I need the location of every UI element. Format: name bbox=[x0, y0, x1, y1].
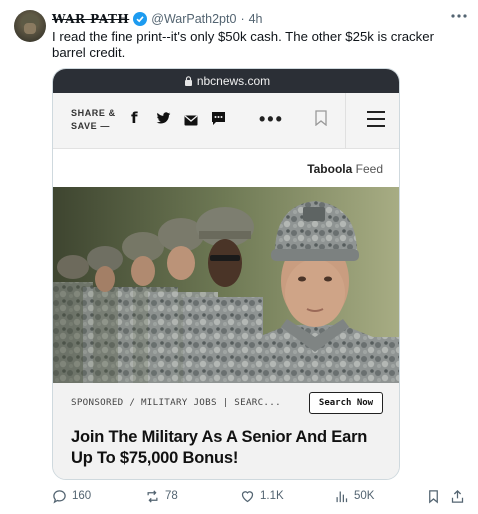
reply-icon bbox=[53, 489, 66, 503]
menu-icon bbox=[367, 111, 385, 127]
facebook-icon: f bbox=[131, 109, 138, 127]
share-save-label: SHARE & SAVE — bbox=[71, 108, 116, 131]
reply-button[interactable]: 160 bbox=[52, 486, 91, 506]
bookmark-icon bbox=[315, 110, 327, 127]
tweet-image[interactable]: nbcnews.com SHARE & SAVE — f ••• Taboola… bbox=[52, 68, 400, 480]
repost-icon bbox=[147, 489, 158, 503]
tweet-header: WAR PATH @WarPath2pt0 · 4h bbox=[52, 10, 263, 28]
more-horizontal-icon[interactable] bbox=[450, 10, 468, 24]
reply-count: 160 bbox=[72, 490, 92, 502]
display-name[interactable]: WAR PATH bbox=[52, 12, 129, 26]
share-button[interactable] bbox=[450, 486, 465, 506]
like-button[interactable]: 1.1K bbox=[240, 486, 284, 506]
more-dots-icon: ••• bbox=[259, 109, 284, 129]
email-icon bbox=[184, 113, 198, 131]
comment-icon bbox=[211, 111, 226, 131]
site-toolbar: SHARE & SAVE — f ••• bbox=[53, 93, 399, 149]
sponsored-label: SPONSORED / MILITARY JOBS | SEARC... bbox=[71, 397, 281, 408]
lock-icon bbox=[184, 76, 192, 86]
tweet: WAR PATH @WarPath2pt0 · 4h I read the fi… bbox=[0, 0, 478, 514]
taboola-feed-header: Taboola Feed bbox=[53, 149, 399, 187]
url-text: nbcnews.com bbox=[196, 74, 271, 88]
timestamp[interactable]: 4h bbox=[249, 12, 263, 26]
tweet-text: I read the fine print--it's only $50k ca… bbox=[52, 29, 434, 60]
views-button[interactable]: 50K bbox=[334, 486, 374, 506]
taboola-logo: Taboola bbox=[307, 162, 353, 176]
verified-badge-icon bbox=[133, 12, 148, 26]
avatar[interactable] bbox=[14, 10, 46, 42]
browser-url-bar: nbcnews.com bbox=[53, 69, 399, 93]
views-icon bbox=[336, 491, 348, 502]
repost-count: 78 bbox=[165, 490, 178, 502]
tweet-actions: 160 78 1.1K 50K bbox=[52, 486, 472, 506]
twitter-icon bbox=[156, 112, 171, 130]
like-count: 1.1K bbox=[260, 490, 284, 502]
heart-icon bbox=[241, 490, 254, 502]
bookmark-outline-icon bbox=[429, 489, 438, 503]
user-handle[interactable]: @WarPath2pt0 bbox=[151, 12, 236, 26]
search-now-button: Search Now bbox=[309, 392, 383, 414]
feed-label: Feed bbox=[352, 162, 383, 176]
sponsored-row: SPONSORED / MILITARY JOBS | SEARC... Sea… bbox=[53, 383, 399, 423]
soldiers-photo bbox=[53, 187, 399, 383]
share-icon bbox=[451, 489, 464, 503]
ad-headline: Join The Military As A Senior And Earn U… bbox=[53, 423, 399, 479]
bookmark-button[interactable] bbox=[426, 486, 441, 506]
views-count: 50K bbox=[354, 490, 375, 502]
separator-dot: · bbox=[240, 12, 245, 26]
repost-button[interactable]: 78 bbox=[145, 486, 178, 506]
